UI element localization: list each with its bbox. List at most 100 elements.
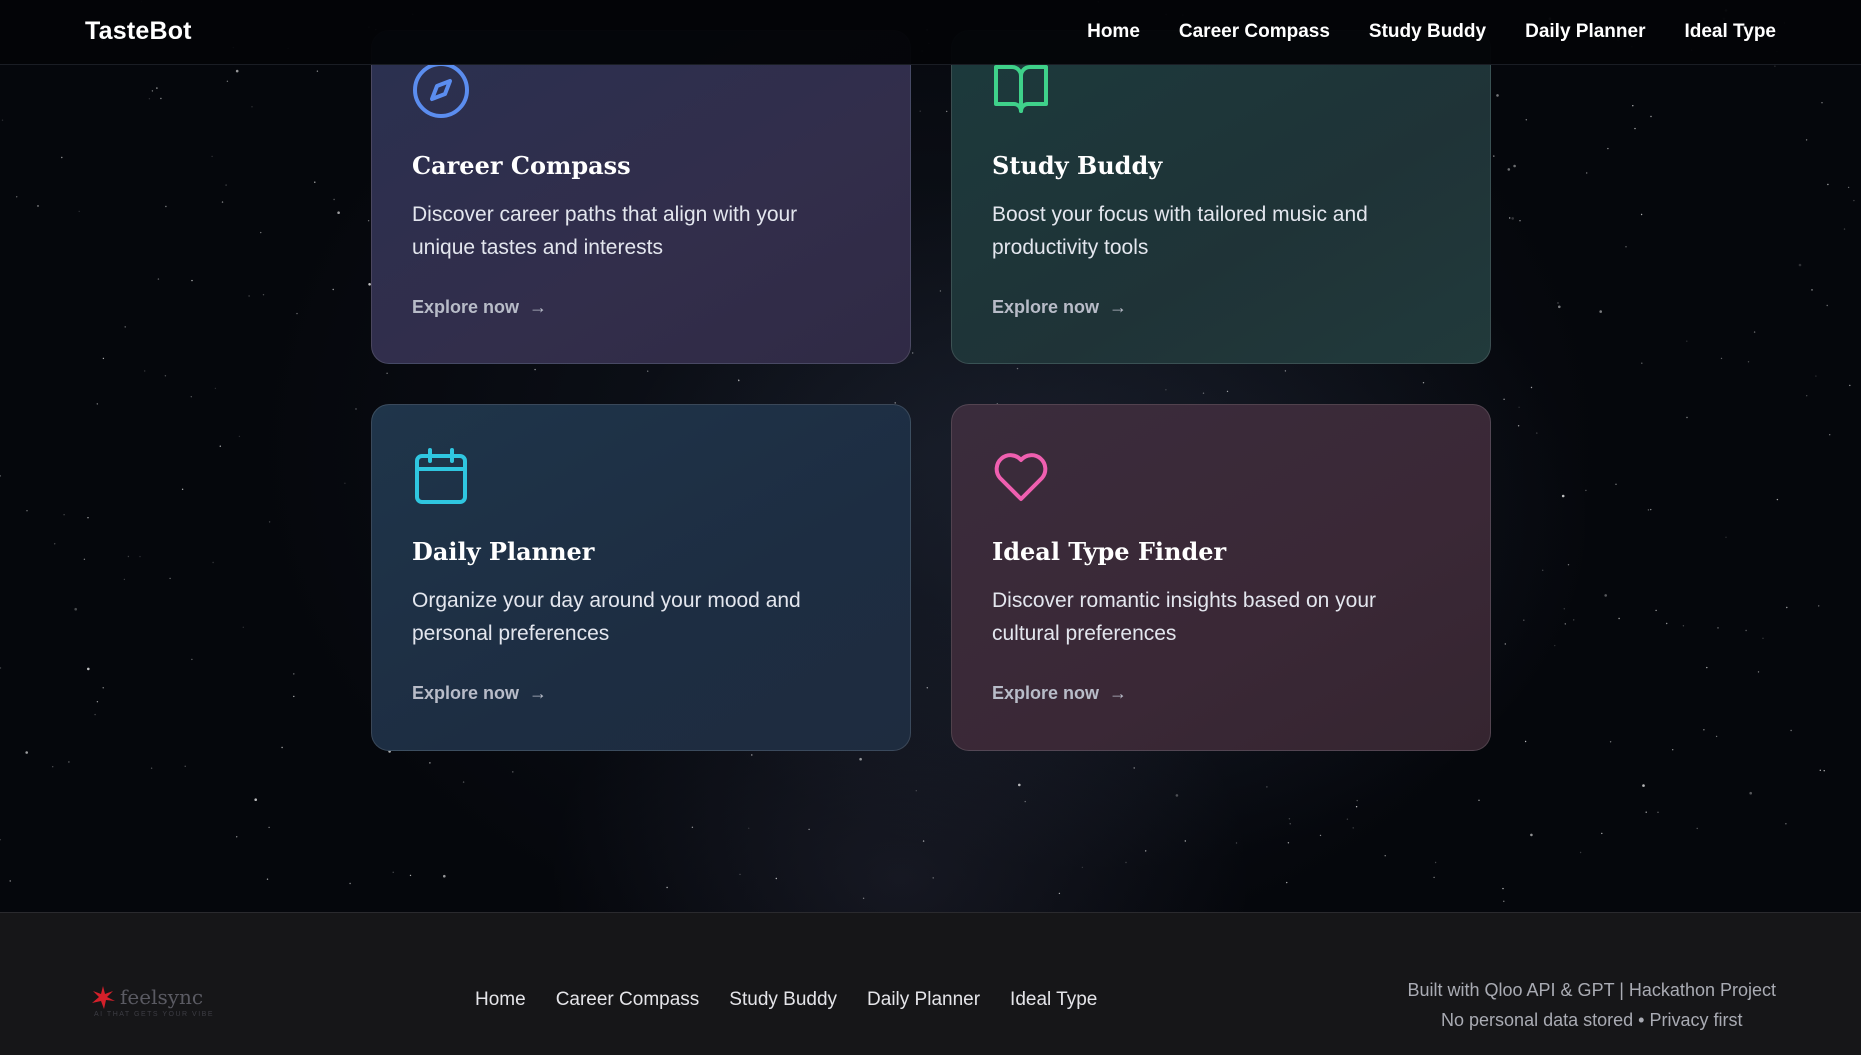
star xyxy=(1175,794,1179,797)
star xyxy=(443,874,446,878)
star xyxy=(1757,671,1760,673)
card-description: Discover romantic insights based on your… xyxy=(992,589,1377,645)
star xyxy=(1645,811,1647,813)
star xyxy=(392,871,394,873)
star xyxy=(1790,729,1792,732)
star xyxy=(221,201,224,203)
nav-study-buddy[interactable]: Study Buddy xyxy=(1369,21,1486,43)
star xyxy=(1530,833,1533,837)
star xyxy=(1853,199,1855,202)
nav-home[interactable]: Home xyxy=(1087,21,1140,43)
star xyxy=(150,767,153,769)
star xyxy=(1843,228,1846,230)
star xyxy=(1561,494,1565,498)
star xyxy=(1632,105,1634,107)
star xyxy=(859,757,862,761)
explore-link[interactable]: Explore now → xyxy=(992,683,1127,704)
footer-nav-study-buddy[interactable]: Study Buddy xyxy=(729,989,837,1011)
star xyxy=(314,181,316,183)
star xyxy=(332,288,334,291)
card-description: Discover career paths that align with yo… xyxy=(412,203,798,259)
card-study-buddy[interactable]: Study Buddy Boost your focus with tailor… xyxy=(951,30,1491,364)
explore-link[interactable]: Explore now → xyxy=(992,297,1127,318)
star xyxy=(293,695,295,698)
explore-link[interactable]: Explore now → xyxy=(412,683,547,704)
footer-nav-career-compass[interactable]: Career Compass xyxy=(556,989,700,1011)
star xyxy=(1717,627,1719,629)
star xyxy=(1536,432,1538,434)
footer-nav-daily-planner[interactable]: Daily Planner xyxy=(867,989,980,1011)
star xyxy=(1524,740,1527,743)
star xyxy=(946,110,948,113)
arrow-right-icon: → xyxy=(1109,683,1128,703)
star xyxy=(355,408,357,410)
star xyxy=(1433,876,1435,879)
brand-logo[interactable]: TasteBot xyxy=(85,17,192,46)
star xyxy=(1,119,4,121)
star xyxy=(219,445,221,447)
star xyxy=(1604,594,1607,597)
star xyxy=(0,667,2,669)
top-navbar: TasteBot Home Career Compass Study Buddy… xyxy=(0,0,1861,65)
star xyxy=(1434,861,1437,864)
star xyxy=(1517,425,1520,427)
star xyxy=(37,205,39,207)
star xyxy=(157,278,160,280)
card-ideal-type-finder[interactable]: Ideal Type Finder Discover romantic insi… xyxy=(951,404,1491,751)
star xyxy=(1815,375,1817,377)
star xyxy=(281,746,283,749)
nav-career-compass[interactable]: Career Compass xyxy=(1179,21,1330,43)
star xyxy=(462,781,465,783)
star xyxy=(1058,892,1061,895)
star xyxy=(1618,617,1620,620)
star xyxy=(296,312,298,315)
star xyxy=(164,375,167,377)
star xyxy=(1715,735,1718,738)
star xyxy=(1703,729,1705,731)
star xyxy=(1762,637,1764,639)
star xyxy=(939,290,942,292)
footer-note-privacy: No personal data stored • Privacy first xyxy=(1441,1010,1743,1030)
star xyxy=(238,435,241,438)
star xyxy=(1511,217,1514,220)
card-daily-planner[interactable]: Daily Planner Organize your day around y… xyxy=(371,404,911,751)
star xyxy=(26,510,28,512)
explore-label: Explore now xyxy=(412,297,520,317)
explore-link[interactable]: Explore now → xyxy=(412,297,547,318)
footer-logo-name: feelsync xyxy=(120,985,204,1009)
star xyxy=(191,279,193,282)
feelsync-mark-icon xyxy=(92,986,115,1009)
star xyxy=(1554,644,1556,647)
star xyxy=(16,196,18,198)
footer-nav-home[interactable]: Home xyxy=(475,989,526,1011)
star xyxy=(1352,827,1354,829)
star xyxy=(1478,799,1480,801)
star xyxy=(87,667,90,671)
star xyxy=(926,687,928,689)
star xyxy=(83,558,86,560)
star xyxy=(266,878,269,880)
star xyxy=(96,403,99,405)
nav-ideal-type[interactable]: Ideal Type xyxy=(1684,21,1776,43)
star xyxy=(236,836,238,838)
footer-nav-ideal-type[interactable]: Ideal Type xyxy=(1010,989,1097,1011)
star xyxy=(1601,832,1603,835)
star xyxy=(127,555,130,558)
star xyxy=(156,87,158,89)
star xyxy=(248,295,250,297)
star xyxy=(1513,164,1516,168)
star xyxy=(1826,304,1828,307)
card-title: Career Compass xyxy=(412,151,631,180)
star xyxy=(512,771,514,773)
star xyxy=(1525,119,1528,121)
star xyxy=(226,80,229,83)
star xyxy=(1509,217,1511,219)
star xyxy=(1806,395,1808,397)
card-career-compass[interactable]: Career Compass Discover career paths tha… xyxy=(371,30,911,364)
star xyxy=(1827,183,1829,186)
star xyxy=(1599,310,1602,313)
star xyxy=(1287,842,1290,844)
star xyxy=(1640,213,1643,216)
nav-daily-planner[interactable]: Daily Planner xyxy=(1525,21,1645,43)
star xyxy=(1284,370,1287,372)
